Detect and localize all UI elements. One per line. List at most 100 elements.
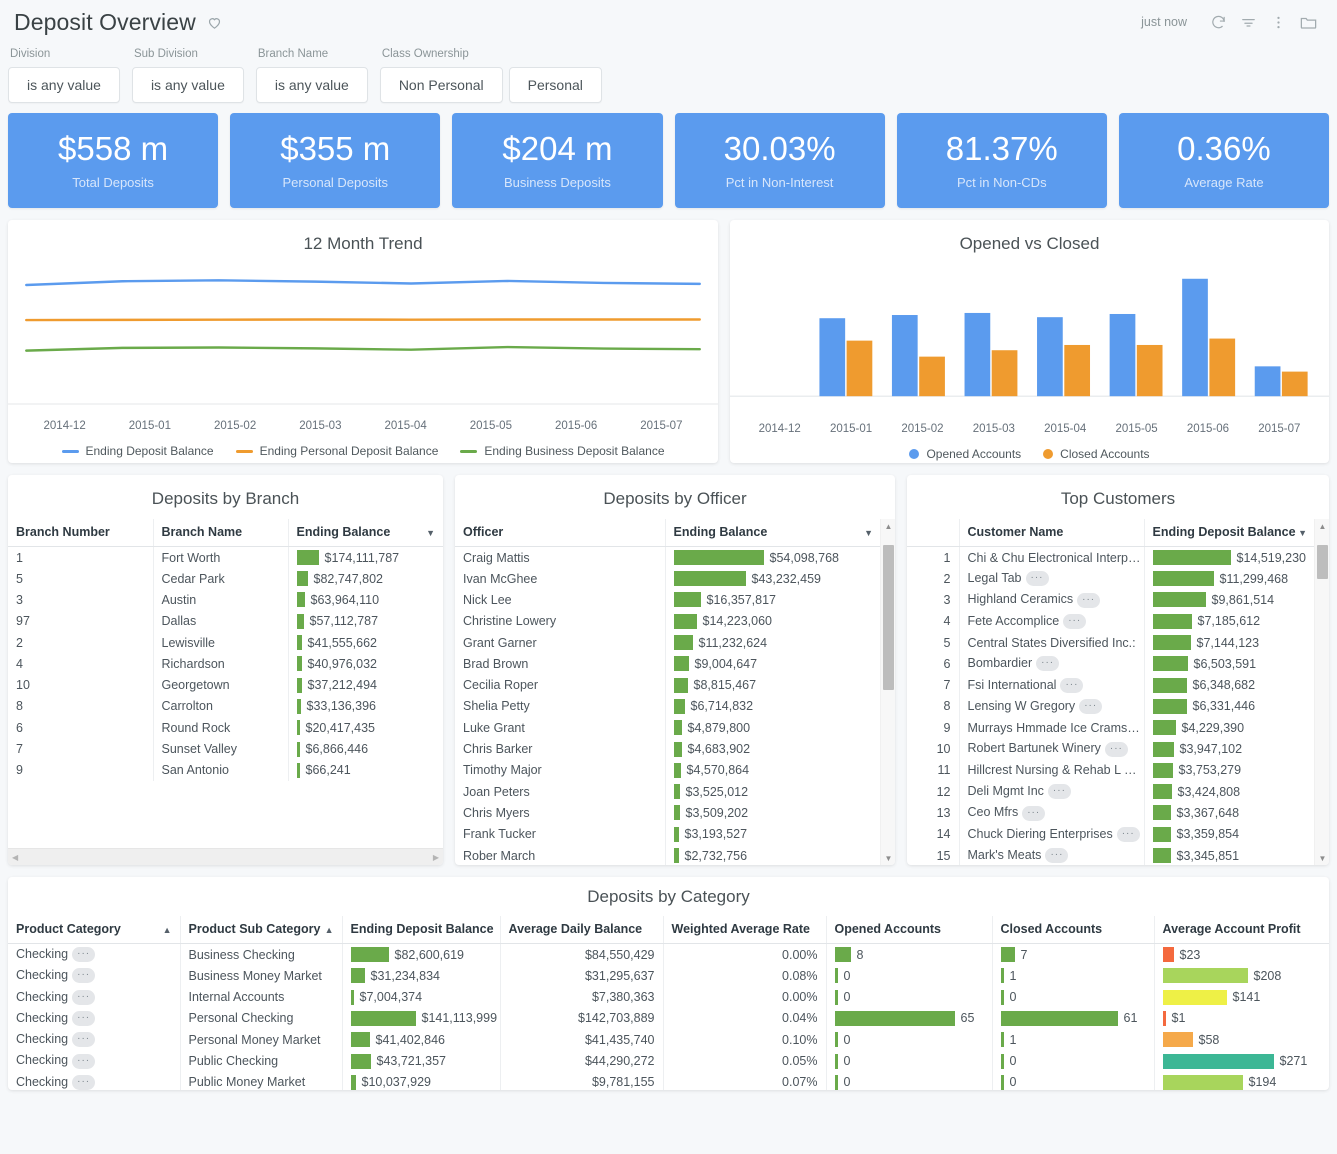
table-row[interactable]: Frank Tucker $3,193,527 [455, 823, 895, 845]
table-row[interactable]: Checking ··· Personal Checking $141,113,9… [8, 1007, 1329, 1030]
table-row[interactable]: 5 Central States Diversified Inc.: $7,14… [907, 631, 1329, 654]
col-opened-accounts[interactable]: Opened Accounts [826, 916, 993, 944]
table-row[interactable]: Chris Myers $3,509,202 [455, 802, 895, 824]
table-row[interactable]: 14 Chuck Diering Enterprises ··· $3,359,8… [907, 823, 1329, 845]
filter-value-non-personal[interactable]: Non Personal [379, 67, 503, 103]
folder-icon[interactable] [1293, 7, 1323, 37]
table-row[interactable]: Checking ··· Public Money Market $10,037,… [8, 1071, 1329, 1090]
heart-icon[interactable] [206, 14, 223, 31]
col-branch-name[interactable]: Branch Name [153, 519, 289, 547]
scrollbar-thumb[interactable] [1317, 545, 1328, 579]
table-row[interactable]: 5 Cedar Park $82,747,802 [8, 568, 443, 590]
ellipsis-badge-icon[interactable]: ··· [1116, 826, 1140, 842]
table-row[interactable]: Checking ··· Business Money Market $31,23… [8, 965, 1329, 987]
table-row[interactable]: 9 Murrays Hmmade Ice Crams… $4,229,390 [907, 717, 1329, 739]
col-ending-balance[interactable]: Ending Balance ▼ [288, 519, 443, 547]
table-row[interactable]: Luke Grant $4,879,800 [455, 717, 895, 739]
col-branch-number[interactable]: Branch Number [8, 519, 154, 547]
table-row[interactable]: 97 Dallas $57,112,787 [8, 610, 443, 632]
table-row[interactable]: Rober March $2,732,756 [455, 844, 895, 865]
col-weighted-average-rate[interactable]: Weighted Average Rate [663, 916, 827, 944]
col-average-account-profit[interactable]: Average Account Profit [1154, 916, 1329, 944]
table-row[interactable]: 11 Hillcrest Nursing & Rehab L … $3,753,… [907, 759, 1329, 781]
ellipsis-badge-icon[interactable]: ··· [72, 1053, 96, 1069]
ellipsis-badge-icon[interactable]: ··· [72, 1011, 96, 1027]
table-row[interactable]: Craig Mattis $54,098,768 [455, 546, 895, 568]
officer-vertical-scrollbar[interactable]: ▲ ▼ [880, 519, 895, 865]
table-row[interactable]: Checking ··· Internal Accounts $7,004,374… [8, 986, 1329, 1008]
col-ending-deposit-balance[interactable]: Ending Deposit Balance [342, 916, 501, 944]
ellipsis-badge-icon[interactable]: ··· [1025, 571, 1049, 587]
table-row[interactable]: Ivan McGhee $43,232,459 [455, 568, 895, 590]
kpi-tile-0[interactable]: $558 m Total Deposits [8, 113, 219, 208]
table-row[interactable]: Checking ··· Public Checking $43,721,357 … [8, 1050, 1329, 1072]
ellipsis-badge-icon[interactable]: ··· [1063, 613, 1087, 629]
openclosed-plot[interactable] [730, 264, 1329, 419]
table-row[interactable]: 9 San Antonio $66,241 [8, 759, 443, 781]
table-row[interactable]: 10 Robert Bartunek Winery ··· $3,947,102 [907, 738, 1329, 760]
scroll-up-arrow-icon[interactable]: ▲ [881, 519, 895, 533]
legend-item[interactable]: Ending Personal Deposit Balance [235, 444, 438, 458]
ellipsis-badge-icon[interactable]: ··· [72, 968, 96, 984]
ellipsis-badge-icon[interactable]: ··· [1077, 592, 1101, 608]
table-row[interactable]: 7 Fsi International ··· $6,348,682 [907, 674, 1329, 696]
table-row[interactable]: Cecilia Roper $8,815,467 [455, 674, 895, 696]
table-row[interactable]: Christine Lowery $14,223,060 [455, 610, 895, 632]
table-row[interactable]: Nick Lee $16,357,817 [455, 589, 895, 611]
ellipsis-badge-icon[interactable]: ··· [72, 989, 96, 1005]
table-row[interactable]: Chris Barker $4,683,902 [455, 738, 895, 760]
refresh-icon[interactable] [1203, 7, 1233, 37]
table-row[interactable]: 13 Ceo Mfrs ··· $3,367,648 [907, 802, 1329, 824]
col-officer[interactable]: Officer [455, 519, 666, 547]
branch-horizontal-scrollbar[interactable]: ◀ ▶ [8, 848, 443, 865]
table-row[interactable]: 2 Lewisville $41,555,662 [8, 631, 443, 654]
table-row[interactable]: Checking ··· Business Checking $82,600,61… [8, 943, 1329, 966]
legend-item[interactable]: Opened Accounts [909, 447, 1021, 461]
table-row[interactable]: Timothy Major $4,570,864 [455, 759, 895, 781]
kpi-tile-3[interactable]: 30.03% Pct in Non-Interest [674, 113, 885, 208]
table-row[interactable]: 8 Lensing W Gregory ··· $6,331,446 [907, 695, 1329, 718]
col-product-sub-category[interactable]: Product Sub Category ▲ [180, 916, 343, 944]
kpi-tile-4[interactable]: 81.37% Pct in Non-CDs [896, 113, 1107, 208]
table-row[interactable]: 12 Deli Mgmt Inc ··· $3,424,808 [907, 780, 1329, 803]
ellipsis-badge-icon[interactable]: ··· [1036, 656, 1060, 672]
filter-icon[interactable] [1233, 7, 1263, 37]
col-average-daily-balance[interactable]: Average Daily Balance [500, 916, 664, 944]
legend-item[interactable]: Ending Deposit Balance [61, 444, 214, 458]
kpi-tile-5[interactable]: 0.36% Average Rate [1118, 113, 1330, 208]
table-row[interactable]: Brad Brown $9,004,647 [455, 653, 895, 675]
col-product-category[interactable]: Product Category ▲ [8, 916, 181, 944]
table-row[interactable]: 3 Austin $63,964,110 [8, 589, 443, 611]
table-row[interactable]: 8 Carrolton $33,136,396 [8, 695, 443, 718]
table-row[interactable]: Grant Garner $11,232,624 [455, 631, 895, 654]
ellipsis-badge-icon[interactable]: ··· [1047, 784, 1071, 800]
table-row[interactable]: Shelia Petty $6,714,832 [455, 695, 895, 718]
col-ending-deposit-balance[interactable]: Ending Deposit Balance ▼ [1144, 519, 1329, 547]
kebab-menu-icon[interactable] [1263, 7, 1293, 37]
legend-item[interactable]: Ending Business Deposit Balance [460, 444, 665, 458]
scroll-right-arrow-icon[interactable]: ▶ [433, 853, 439, 862]
ellipsis-badge-icon[interactable]: ··· [72, 947, 96, 963]
ellipsis-badge-icon[interactable]: ··· [1079, 699, 1103, 715]
col-ending-balance[interactable]: Ending Balance ▼ [665, 519, 895, 547]
table-row[interactable]: Joan Peters $3,525,012 [455, 780, 895, 803]
scrollbar-thumb[interactable] [883, 545, 894, 690]
ellipsis-badge-icon[interactable]: ··· [72, 1032, 96, 1048]
scroll-down-arrow-icon[interactable]: ▼ [1315, 851, 1329, 865]
table-row[interactable]: 15 Mark's Meats ··· $3,345,851 [907, 844, 1329, 865]
ellipsis-badge-icon[interactable]: ··· [1060, 677, 1084, 693]
filter-value-personal[interactable]: Personal [508, 67, 602, 103]
ellipsis-badge-icon[interactable]: ··· [1022, 805, 1046, 821]
filter-value-branch-name[interactable]: is any value [255, 67, 368, 103]
kpi-tile-1[interactable]: $355 m Personal Deposits [230, 113, 441, 208]
ellipsis-badge-icon[interactable]: ··· [1104, 741, 1128, 757]
ellipsis-badge-icon[interactable]: ··· [72, 1074, 96, 1090]
table-row[interactable]: 10 Georgetown $37,212,494 [8, 674, 443, 696]
col-customer-name[interactable]: Customer Name [959, 519, 1145, 547]
table-row[interactable]: 7 Sunset Valley $6,866,446 [8, 738, 443, 760]
scroll-left-arrow-icon[interactable]: ◀ [12, 853, 18, 862]
filter-value-division[interactable]: is any value [8, 67, 120, 103]
table-row[interactable]: 6 Round Rock $20,417,435 [8, 717, 443, 739]
legend-item[interactable]: Closed Accounts [1043, 447, 1150, 461]
table-row[interactable]: 2 Legal Tab ··· $11,299,468 [907, 568, 1329, 590]
